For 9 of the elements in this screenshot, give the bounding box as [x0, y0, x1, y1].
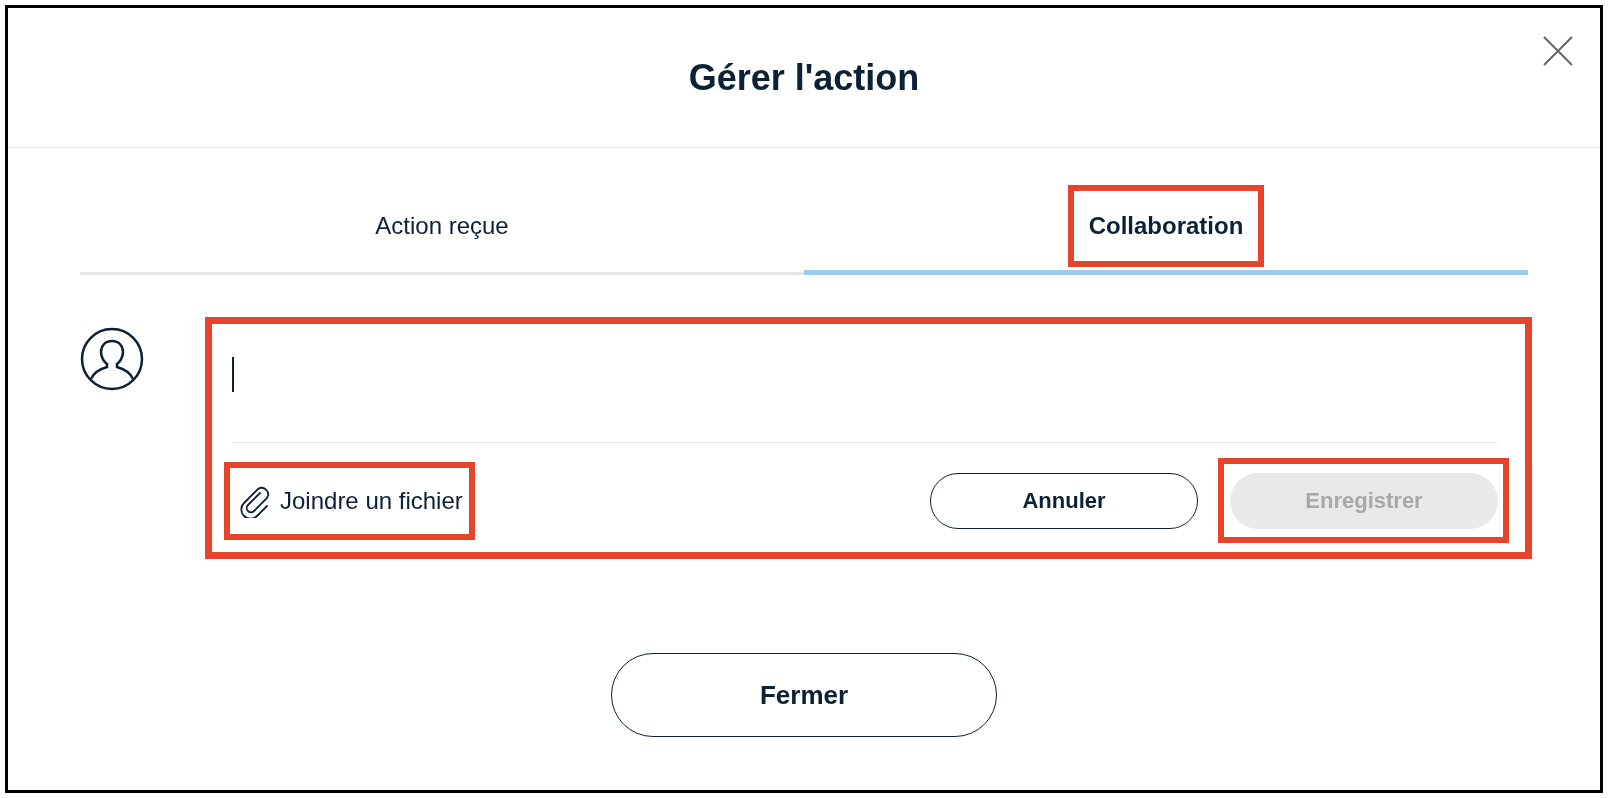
tab[interactable]: Action reçue [80, 185, 804, 275]
user-avatar-icon [80, 327, 144, 391]
attach-file-link[interactable]: Joindre un fichier [224, 462, 475, 540]
cancel-button[interactable]: Annuler [930, 473, 1198, 529]
paperclip-icon [238, 484, 272, 518]
tab[interactable]: Collaboration [804, 185, 1528, 275]
dialog-title: Gérer l'action [688, 56, 920, 99]
close-icon[interactable] [1542, 35, 1574, 67]
close-button[interactable]: Fermer [611, 653, 997, 737]
